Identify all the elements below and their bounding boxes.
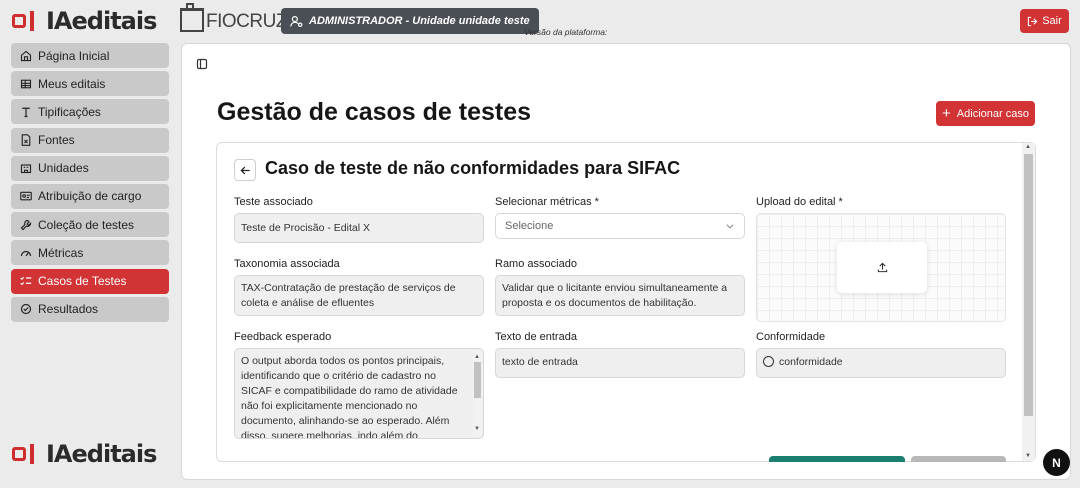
id-card-icon [20,192,32,201]
add-case-label: Adicionar caso [956,107,1029,120]
logout-icon [1028,16,1038,26]
sidebar: Página Inicial Meus editais Tipificações… [11,43,169,325]
page-title: Gestão de casos de testes [217,98,532,126]
arrow-left-icon [239,166,250,174]
sidebar-item-label: Atribuição de cargo [38,189,142,204]
role-badge-label: ADMINISTRADOR - Unidade unidade teste [309,15,530,27]
taxonomia-field[interactable]: TAX-Contratação de prestação de serviços… [234,275,484,316]
list-check-icon [20,276,32,286]
sidebar-item-metricas[interactable]: Métricas [11,240,169,266]
form-title: Caso de teste de não conformidades para … [265,158,681,178]
sidebar-item-tipificacoes[interactable]: Tipificações [11,99,169,125]
sidebar-item-label: Unidades [38,161,89,176]
card-scrollbar[interactable]: ▲ ▼ [1022,143,1035,461]
card-scrollbar-thumb[interactable] [1024,154,1033,416]
feedback-text: O output aborda todos os pontos principa… [241,355,458,439]
metricas-select[interactable]: Selecione [495,213,745,239]
textarea-scrollbar-thumb[interactable] [474,362,481,398]
sidebar-footer-logo: IAeditais [12,440,157,468]
texto-entrada-label: Texto de entrada [495,331,577,343]
partner-logo: FIOCRUZ [180,3,287,32]
sidebar-item-pagina-inicial[interactable]: Página Inicial [11,43,169,68]
add-case-button[interactable]: + Adicionar caso [936,101,1035,126]
metricas-label: Selecionar métricas * [495,196,599,208]
ramo-field[interactable]: Validar que o licitante enviou simultane… [495,275,745,316]
cancel-button[interactable] [911,456,1006,462]
sidebar-item-label: Página Inicial [38,48,110,63]
plus-icon: + [942,105,951,122]
logo-mark-icon [12,11,42,31]
teste-associado-label: Teste associado [234,196,313,208]
upload-button[interactable] [837,242,927,293]
sidebar-item-unidades[interactable]: Unidades [11,155,169,181]
upload-dropzone[interactable] [756,213,1006,322]
upload-label: Upload do edital * [756,196,843,208]
taxonomia-label: Taxonomia associada [234,258,340,270]
textarea-scrollbar[interactable]: ▲ ▼ [473,350,482,437]
logo-mark-icon [12,444,42,464]
sidebar-item-resultados[interactable]: Resultados [11,296,169,322]
check-circle-icon [20,304,32,315]
home-icon [20,50,32,61]
teste-associado-field[interactable]: Teste de Procisão - Edital X [234,213,484,243]
sidebar-item-label: Casos de Testes [38,274,127,288]
role-badge[interactable]: ADMINISTRADOR - Unidade unidade teste [281,8,539,34]
user-gear-icon [290,15,303,27]
scroll-down-icon: ▼ [1025,453,1031,459]
logout-button[interactable]: Sair [1020,9,1069,33]
texto-entrada-field[interactable]: texto de entrada [495,348,745,378]
chevron-down-icon [726,224,734,229]
logout-label: Sair [1042,15,1062,27]
back-button[interactable] [234,159,256,181]
building-icon [20,164,32,174]
app-logo: IAeditais [12,7,157,35]
sidebar-item-label: Fontes [38,133,75,148]
logo-text: IAeditais [46,440,157,468]
conformidade-label: Conformidade [756,331,826,343]
wrench-icon [20,219,32,230]
top-bar: IAeditais FIOCRUZ ADMINISTRADOR - Unidad… [0,0,1080,42]
logo-text: IAeditais [46,7,157,35]
feedback-textarea[interactable]: O output aborda todos os pontos principa… [234,348,484,439]
ramo-label: Ramo associado [495,258,577,270]
feedback-label: Feedback esperado [234,331,332,343]
sidebar-item-colecao-testes[interactable]: Coleção de testes [11,212,169,238]
file-icon [21,134,31,146]
metricas-placeholder: Selecione [505,220,554,232]
sidebar-item-label: Métricas [38,245,84,260]
castle-icon [180,3,204,32]
sidebar-item-label: Tipificações [38,104,101,119]
type-icon [22,107,30,117]
next-devtools-badge[interactable]: N [1043,449,1070,476]
table-icon [20,79,32,88]
sidebar-item-meus-editais[interactable]: Meus editais [11,71,169,97]
sidebar-item-label: Meus editais [38,76,106,91]
platform-version: Versão da plataforma: [524,27,608,37]
sidebar-item-label: Coleção de testes [38,217,135,232]
sidebar-toggle-icon[interactable] [196,58,208,70]
sidebar-item-atribuicao-cargo[interactable]: Atribuição de cargo [11,183,169,209]
scroll-down-icon: ▼ [474,426,480,432]
conformidade-option: conformidade [779,356,843,368]
radio-circle-icon[interactable] [763,356,774,367]
sidebar-item-label: Resultados [38,302,99,317]
sidebar-item-fontes[interactable]: Fontes [11,127,169,153]
partner-logo-text: FIOCRUZ [206,11,287,32]
sidebar-item-casos-testes[interactable]: Casos de Testes [11,268,169,294]
gauge-icon [20,250,32,257]
scroll-up-icon: ▲ [1025,144,1031,150]
upload-icon [877,262,887,273]
conformidade-radio-group[interactable]: conformidade [756,348,1006,378]
save-button[interactable] [769,456,905,462]
